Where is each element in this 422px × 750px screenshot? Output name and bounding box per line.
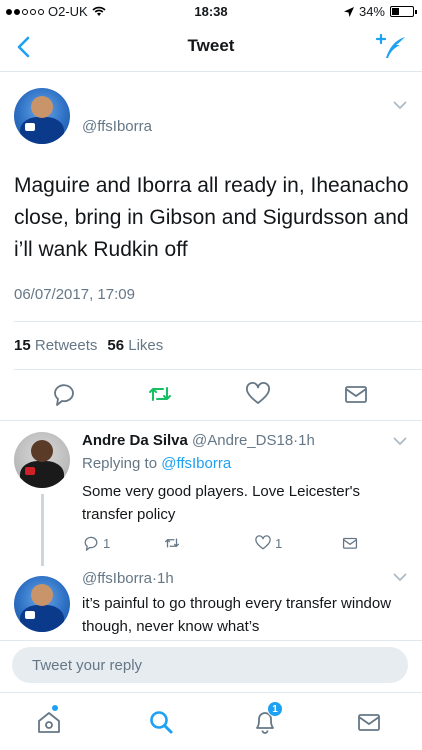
notifications-badge: 1 [267, 701, 283, 717]
battery-percent: 34% [358, 4, 385, 19]
avatar[interactable] [14, 576, 70, 632]
compose-tweet-icon[interactable] [374, 32, 408, 62]
status-right: 34% [343, 4, 417, 19]
tab-home[interactable] [34, 705, 64, 737]
reply-header: Andre Da Silva @Andre_DS18·1h [82, 432, 315, 449]
chevron-down-icon[interactable] [392, 100, 408, 110]
new-content-dot [52, 705, 58, 711]
tab-bar: 1 [0, 692, 422, 750]
like-button[interactable]: 1 [254, 534, 282, 552]
page-title: Tweet [187, 36, 235, 55]
third-author-handle[interactable]: @ffsIborra [82, 570, 152, 587]
reply-actions: 1 1 [82, 534, 382, 556]
tweet-reply-input[interactable] [12, 647, 408, 683]
reply-icon [84, 536, 98, 551]
tab-search[interactable] [146, 707, 176, 737]
retweets-label: Retweets [34, 337, 98, 354]
reply-age: 1h [298, 432, 315, 449]
retweet-icon[interactable] [146, 380, 174, 408]
reply-icon[interactable] [50, 380, 78, 408]
nav-bar: Tweet [0, 22, 422, 72]
replying-to: Replying to @ffsIborra [82, 455, 231, 472]
divider [0, 420, 422, 421]
heart-icon [255, 535, 271, 550]
divider [14, 321, 422, 322]
chevron-down-icon[interactable] [392, 572, 408, 582]
tweet-actions [0, 380, 422, 410]
tweet-author-handle[interactable]: @ffsIborra [82, 118, 152, 135]
location-arrow-icon [343, 6, 354, 17]
retweets-stat[interactable]: 15 Retweets [14, 337, 97, 354]
likes-stat[interactable]: 56 Likes [107, 337, 163, 354]
avatar[interactable] [14, 432, 70, 488]
reply-author-name[interactable]: Andre Da Silva [82, 432, 188, 449]
third-age: 1h [156, 570, 174, 587]
chevron-down-icon[interactable] [392, 436, 408, 446]
likes-count: 56 [107, 337, 125, 354]
replying-to-label: Replying to [82, 455, 158, 472]
battery-icon [390, 6, 417, 17]
dm-button[interactable] [340, 534, 360, 552]
reply-button[interactable]: 1 [82, 534, 110, 552]
tweet-text: Maguire and Iborra all ready in, Iheanac… [14, 174, 409, 261]
divider [14, 369, 422, 370]
status-bar: O2-UK 18:38 34% [0, 0, 422, 22]
search-icon [150, 711, 173, 734]
tab-messages[interactable] [354, 707, 384, 737]
likes-label: Likes [128, 337, 164, 354]
direct-message-icon [342, 537, 358, 549]
tweet-timestamp: 06/07/2017, 17:09 [14, 286, 135, 303]
thread-connector [41, 494, 44, 566]
heart-icon[interactable] [244, 380, 272, 408]
retweet-icon [164, 538, 180, 548]
battery-fill [392, 8, 399, 15]
tweet-stats: 15 Retweets 56 Likes [14, 337, 163, 354]
reply-text: Some very good players. Love Leicester's… [82, 483, 361, 523]
third-tweet-header: @ffsIborra·1h [82, 570, 174, 587]
envelope-icon [358, 714, 380, 731]
reply-composer-bar [0, 640, 422, 692]
third-tweet-text: it’s painful to go through every transfe… [82, 595, 392, 635]
home-icon [38, 712, 60, 733]
tab-notifications[interactable]: 1 [250, 701, 283, 737]
avatar[interactable] [14, 88, 70, 144]
reply-count: 1 [103, 535, 111, 551]
replying-to-handle[interactable]: @ffsIborra [161, 455, 231, 472]
like-count: 1 [275, 535, 283, 551]
retweets-count: 15 [14, 337, 31, 354]
reply-author-handle[interactable]: @Andre_DS18 [192, 432, 293, 449]
retweet-button[interactable] [162, 534, 182, 552]
direct-message-icon[interactable] [342, 380, 370, 408]
